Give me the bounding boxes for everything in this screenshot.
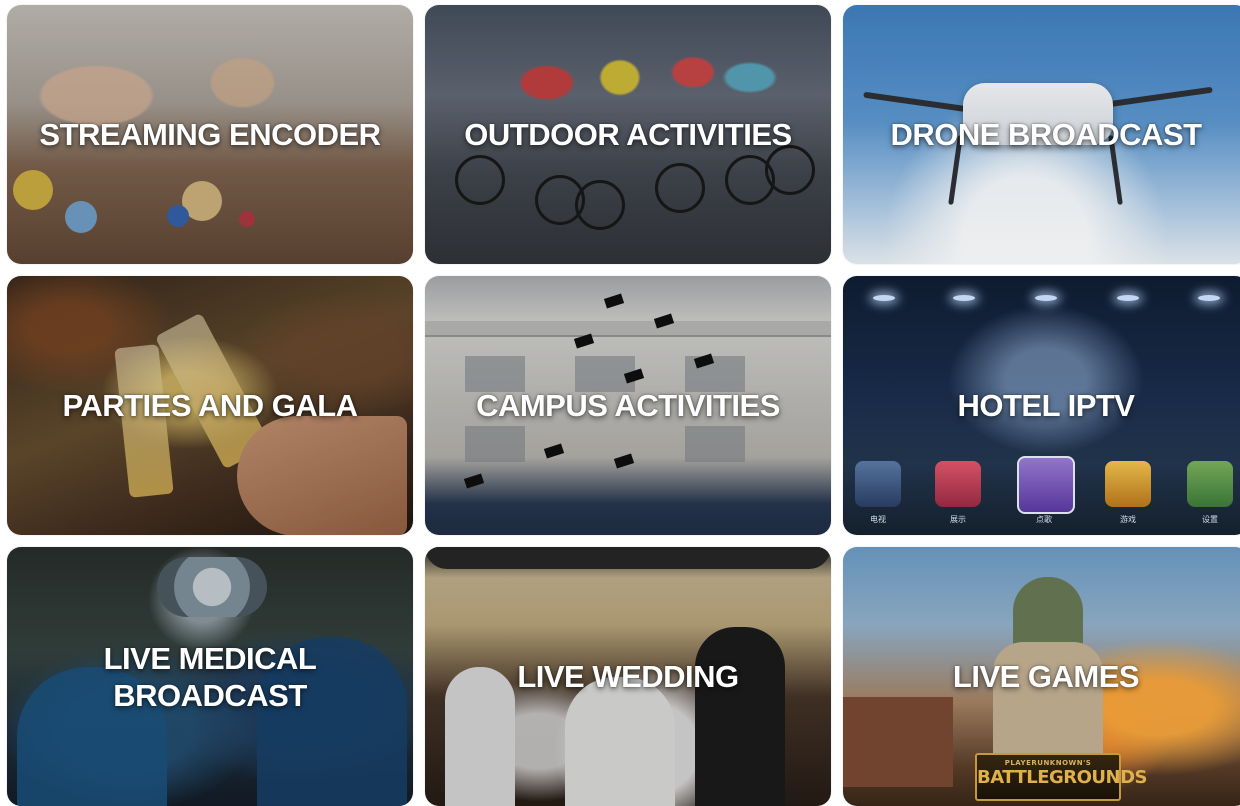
tile-hotel-iptv[interactable]: 电视 展示 点歌 游戏 设置 HOTEL IPTV (843, 276, 1240, 535)
tile-label: OUTDOOR ACTIVITIES (464, 117, 792, 152)
tile-label: STREAMING ENCODER (39, 117, 381, 152)
tile-live-games[interactable]: PLAYERUNKNOWN'S BATTLEGROUNDS LIVE GAMES (843, 547, 1240, 806)
tile-campus-activities[interactable]: CAMPUS ACTIVITIES (425, 276, 831, 535)
tile-label: LIVE WEDDING (517, 659, 739, 694)
tile-label: DRONE BROADCAST (890, 117, 1202, 152)
use-case-grid: STREAMING ENCODER OUTDOOR ACTIVITIES DRO… (7, 5, 1240, 806)
tile-streaming-encoder[interactable]: STREAMING ENCODER (7, 5, 413, 264)
tile-label: LIVE MEDICAL BROADCAST (103, 640, 317, 713)
tile-label: HOTEL IPTV (957, 388, 1135, 423)
tile-drone-broadcast[interactable]: DRONE BROADCAST (843, 5, 1240, 264)
tile-live-wedding[interactable]: LIVE WEDDING (425, 547, 831, 806)
tile-live-medical-broadcast[interactable]: LIVE MEDICAL BROADCAST (7, 547, 413, 806)
tile-outdoor-activities[interactable]: OUTDOOR ACTIVITIES (425, 5, 831, 264)
tile-parties-and-gala[interactable]: PARTIES AND GALA (7, 276, 413, 535)
tile-label: LIVE GAMES (952, 659, 1140, 694)
tile-label: PARTIES AND GALA (62, 388, 358, 423)
tile-label: CAMPUS ACTIVITIES (476, 388, 780, 423)
